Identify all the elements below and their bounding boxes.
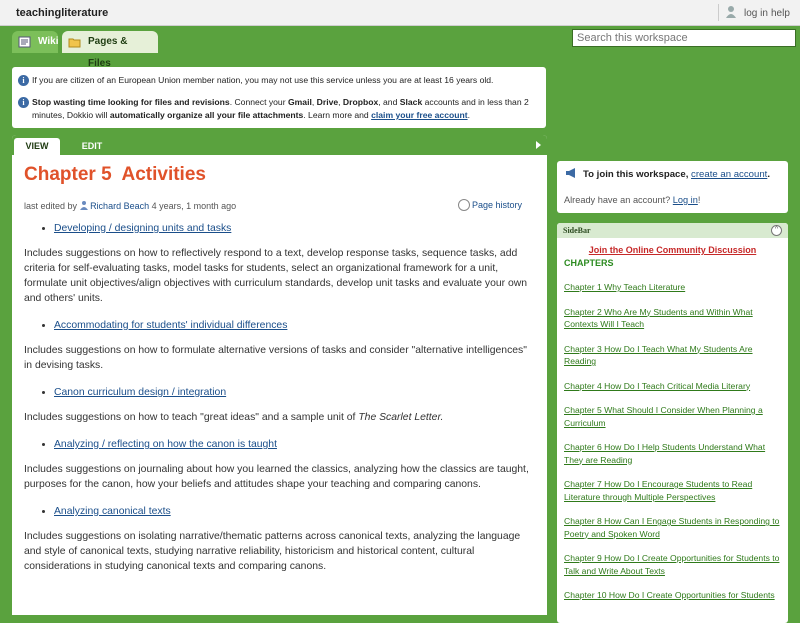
list: Developing / designing units and tasks	[24, 221, 536, 236]
list-item: Analyzing / reflecting on how the canon …	[54, 437, 536, 452]
link-developing-units[interactable]: Developing / designing units and tasks	[54, 223, 231, 234]
help-link[interactable]: help	[771, 8, 790, 19]
sidebar-item-chapter[interactable]: Chapter 9 How Do I Create Opportunities …	[564, 552, 782, 577]
editor-link[interactable]: Richard Beach	[90, 201, 149, 211]
community-discussion-link[interactable]: Join the Online Community Discussion	[557, 245, 788, 255]
page-title: Chapter 5 Activities	[24, 164, 206, 185]
megaphone-icon	[566, 168, 575, 178]
paragraph: Includes suggestions on how to reflectiv…	[24, 248, 528, 304]
main-panel: VIEW EDIT Chapter 5 Activities last edit…	[12, 135, 547, 615]
edit-info: last edited by Richard Beach 4 years, 1 …	[24, 201, 237, 211]
sidebar-item-chapter[interactable]: Chapter 5 What Should I Consider When Pl…	[564, 404, 782, 429]
tab-pages-files-label: Pages & Files	[88, 36, 128, 69]
tab-wiki-label: Wiki	[38, 36, 59, 47]
page-history-link[interactable]: Page history	[458, 199, 522, 211]
tab-wiki[interactable]: Wiki	[12, 31, 58, 53]
folder-icon	[68, 38, 81, 48]
create-account-link[interactable]: create an account	[691, 169, 767, 180]
claim-account-link[interactable]: claim your free account	[371, 110, 467, 120]
sidebar-header: SideBar ^	[557, 223, 788, 238]
top-bar: teachingliterature log in help	[0, 0, 800, 26]
link-accommodating[interactable]: Accommodating for students' individual d…	[54, 320, 287, 331]
list: Canon curriculum design / integration	[24, 385, 536, 400]
sidebar-item-chapter[interactable]: Chapter 3 How Do I Teach What My Student…	[564, 343, 782, 368]
tab-edit[interactable]: EDIT	[72, 138, 112, 155]
collapse-icon[interactable]: ^	[771, 225, 782, 236]
sidebar-label: SideBar	[563, 226, 591, 235]
notice-box: i If you are citizen of an European Unio…	[12, 67, 546, 128]
sidebar: SideBar ^ Join the Online Community Disc…	[557, 223, 788, 623]
paragraph: Includes suggestions on how to teach "gr…	[24, 412, 444, 423]
login-link[interactable]: log in	[744, 8, 768, 19]
user-icon	[726, 6, 736, 18]
dokkio-notice: i Stop wasting time looking for files an…	[18, 96, 538, 122]
page-content: Developing / designing units and tasks I…	[24, 221, 536, 586]
sidebar-item-chapter[interactable]: Chapter 1 Why Teach Literature	[564, 281, 782, 294]
sidebar-item-chapter[interactable]: Chapter 2 Who Are My Students and Within…	[564, 306, 782, 331]
link-canon-design[interactable]: Canon curriculum design / integration	[54, 387, 226, 398]
info-icon: i	[18, 75, 29, 86]
sidebar-item-chapter[interactable]: Chapter 8 How Can I Engage Students in R…	[564, 515, 782, 540]
site-name[interactable]: teachingliterature	[16, 7, 108, 19]
paragraph: Includes suggestions on isolating narrat…	[24, 531, 521, 572]
search-input[interactable]	[572, 29, 796, 47]
sidebar-item-chapter[interactable]: Chapter 6 How Do I Help Students Underst…	[564, 441, 782, 466]
sidebar-item-chapter[interactable]: Chapter 7 How Do I Encourage Students to…	[564, 478, 782, 503]
login-prompt: Already have an account? Log in!	[564, 195, 701, 205]
list-item: Developing / designing units and tasks	[54, 221, 536, 236]
divider	[718, 4, 719, 21]
list-item: Canon curriculum design / integration	[54, 385, 536, 400]
list: Analyzing canonical texts	[24, 504, 536, 519]
info-icon: i	[18, 97, 29, 108]
chapters-heading: CHAPTERS	[564, 258, 614, 268]
list: Accommodating for students' individual d…	[24, 318, 536, 333]
user-icon	[79, 201, 88, 210]
paragraph: Includes suggestions on journaling about…	[24, 464, 529, 490]
clock-icon	[458, 199, 470, 211]
join-text: To join this workspace, create an accoun…	[583, 169, 770, 180]
paragraph: Includes suggestions on how to formulate…	[24, 345, 527, 371]
tab-pages-files[interactable]: Pages & Files	[62, 31, 158, 69]
tab-view[interactable]: VIEW	[14, 138, 60, 155]
list-item: Accommodating for students' individual d…	[54, 318, 536, 333]
join-box: To join this workspace, create an accoun…	[557, 161, 788, 213]
eu-notice: i If you are citizen of an European Unio…	[18, 74, 538, 87]
wiki-icon	[18, 36, 31, 48]
sidebar-item-chapter[interactable]: Chapter 4 How Do I Teach Critical Media …	[564, 380, 782, 393]
sidebar-login-link[interactable]: Log in	[673, 195, 698, 205]
chapter-list: Chapter 1 Why Teach Literature Chapter 2…	[564, 281, 782, 614]
list-item: Analyzing canonical texts	[54, 504, 536, 519]
view-tabs: VIEW EDIT	[12, 135, 547, 155]
list: Analyzing / reflecting on how the canon …	[24, 437, 536, 452]
link-canonical-texts[interactable]: Analyzing canonical texts	[54, 506, 171, 517]
link-analyzing-canon[interactable]: Analyzing / reflecting on how the canon …	[54, 439, 277, 450]
arrow-right-icon[interactable]	[536, 141, 541, 149]
